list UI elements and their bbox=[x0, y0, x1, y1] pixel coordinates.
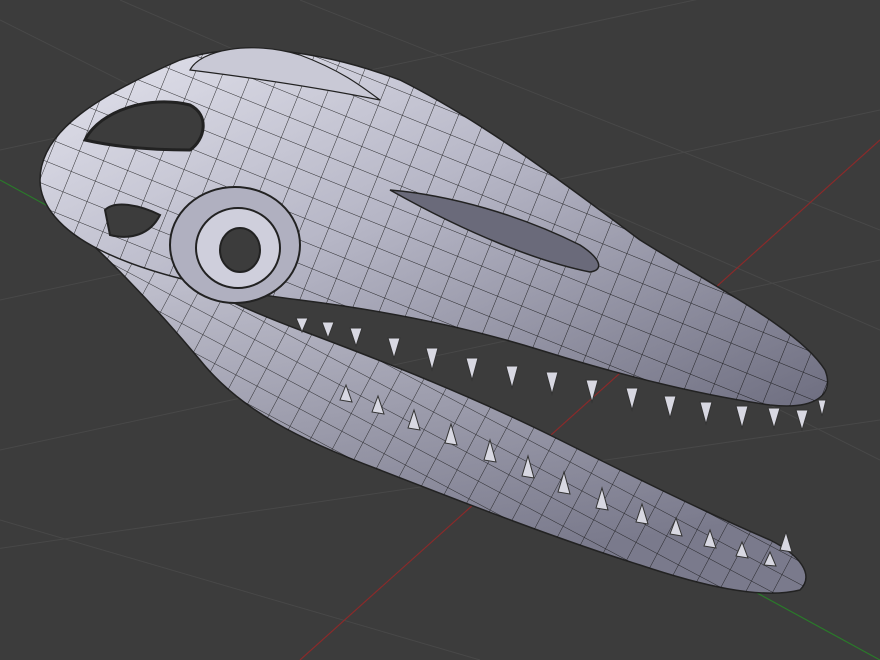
viewport-canvas[interactable] bbox=[0, 0, 880, 660]
3d-viewport[interactable] bbox=[0, 0, 880, 660]
eye-socket bbox=[169, 186, 301, 304]
